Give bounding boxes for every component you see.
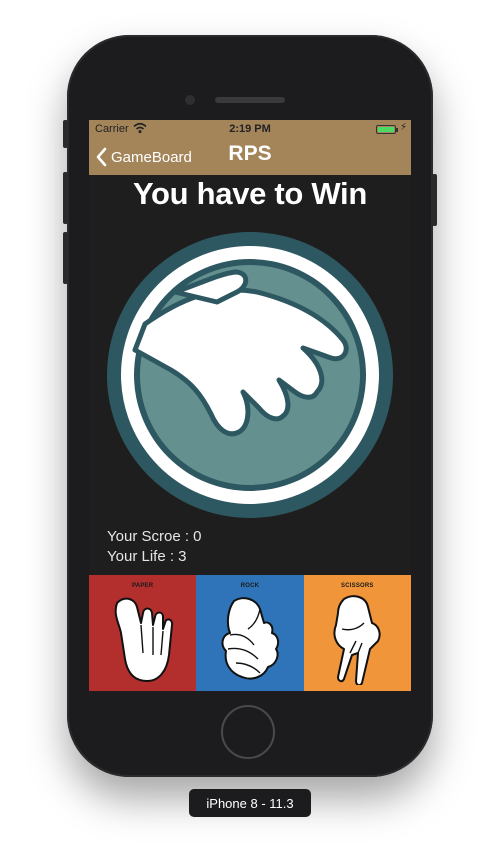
navigation-bar: Carrier 2:19 PM ⚡ GameBoard RPS xyxy=(89,120,411,175)
paper-hand-icon xyxy=(114,597,174,682)
speaker-grille xyxy=(215,97,285,103)
status-time: 2:19 PM xyxy=(229,123,271,135)
front-camera xyxy=(185,95,195,105)
volume-up-button[interactable] xyxy=(63,172,68,224)
rock-choice-label: ROCK xyxy=(240,583,260,589)
scissors-hand-icon xyxy=(333,595,381,685)
score-label: Your Scroe : 0 xyxy=(107,528,202,545)
home-button[interactable] xyxy=(221,705,275,759)
volume-down-button[interactable] xyxy=(63,232,68,284)
paper-choice-label: PAPER xyxy=(132,583,154,589)
rock-choice-button[interactable]: ROCK xyxy=(196,575,304,691)
stats-panel: Your Scroe : 0 Your Life : 3 xyxy=(107,527,202,567)
paper-choice-button[interactable]: PAPER xyxy=(89,575,197,691)
scissors-choice-label: SCISSORS xyxy=(341,583,374,589)
power-button[interactable] xyxy=(432,174,437,226)
battery-icon xyxy=(376,125,396,134)
instruction-text: You have to Win xyxy=(132,176,368,211)
charging-bolt-icon: ⚡ xyxy=(400,122,408,133)
mute-switch[interactable] xyxy=(63,120,68,148)
rock-fist-icon xyxy=(221,597,280,680)
simulator-device-label: iPhone 8 - 11.3 xyxy=(189,789,311,817)
scissors-choice-button[interactable]: SCISSORS xyxy=(303,575,411,691)
paper-hand-icon xyxy=(107,232,393,518)
battery-level xyxy=(378,127,394,132)
app-screen: Carrier 2:19 PM ⚡ GameBoard RPS You have… xyxy=(89,120,411,692)
status-bar: Carrier 2:19 PM ⚡ xyxy=(89,120,411,138)
battery-tip xyxy=(396,128,398,132)
life-label: Your Life : 3 xyxy=(107,548,187,565)
choice-bar: PAPER ROCK SCISSORS xyxy=(89,575,411,691)
nav-title: RPS xyxy=(228,142,272,165)
